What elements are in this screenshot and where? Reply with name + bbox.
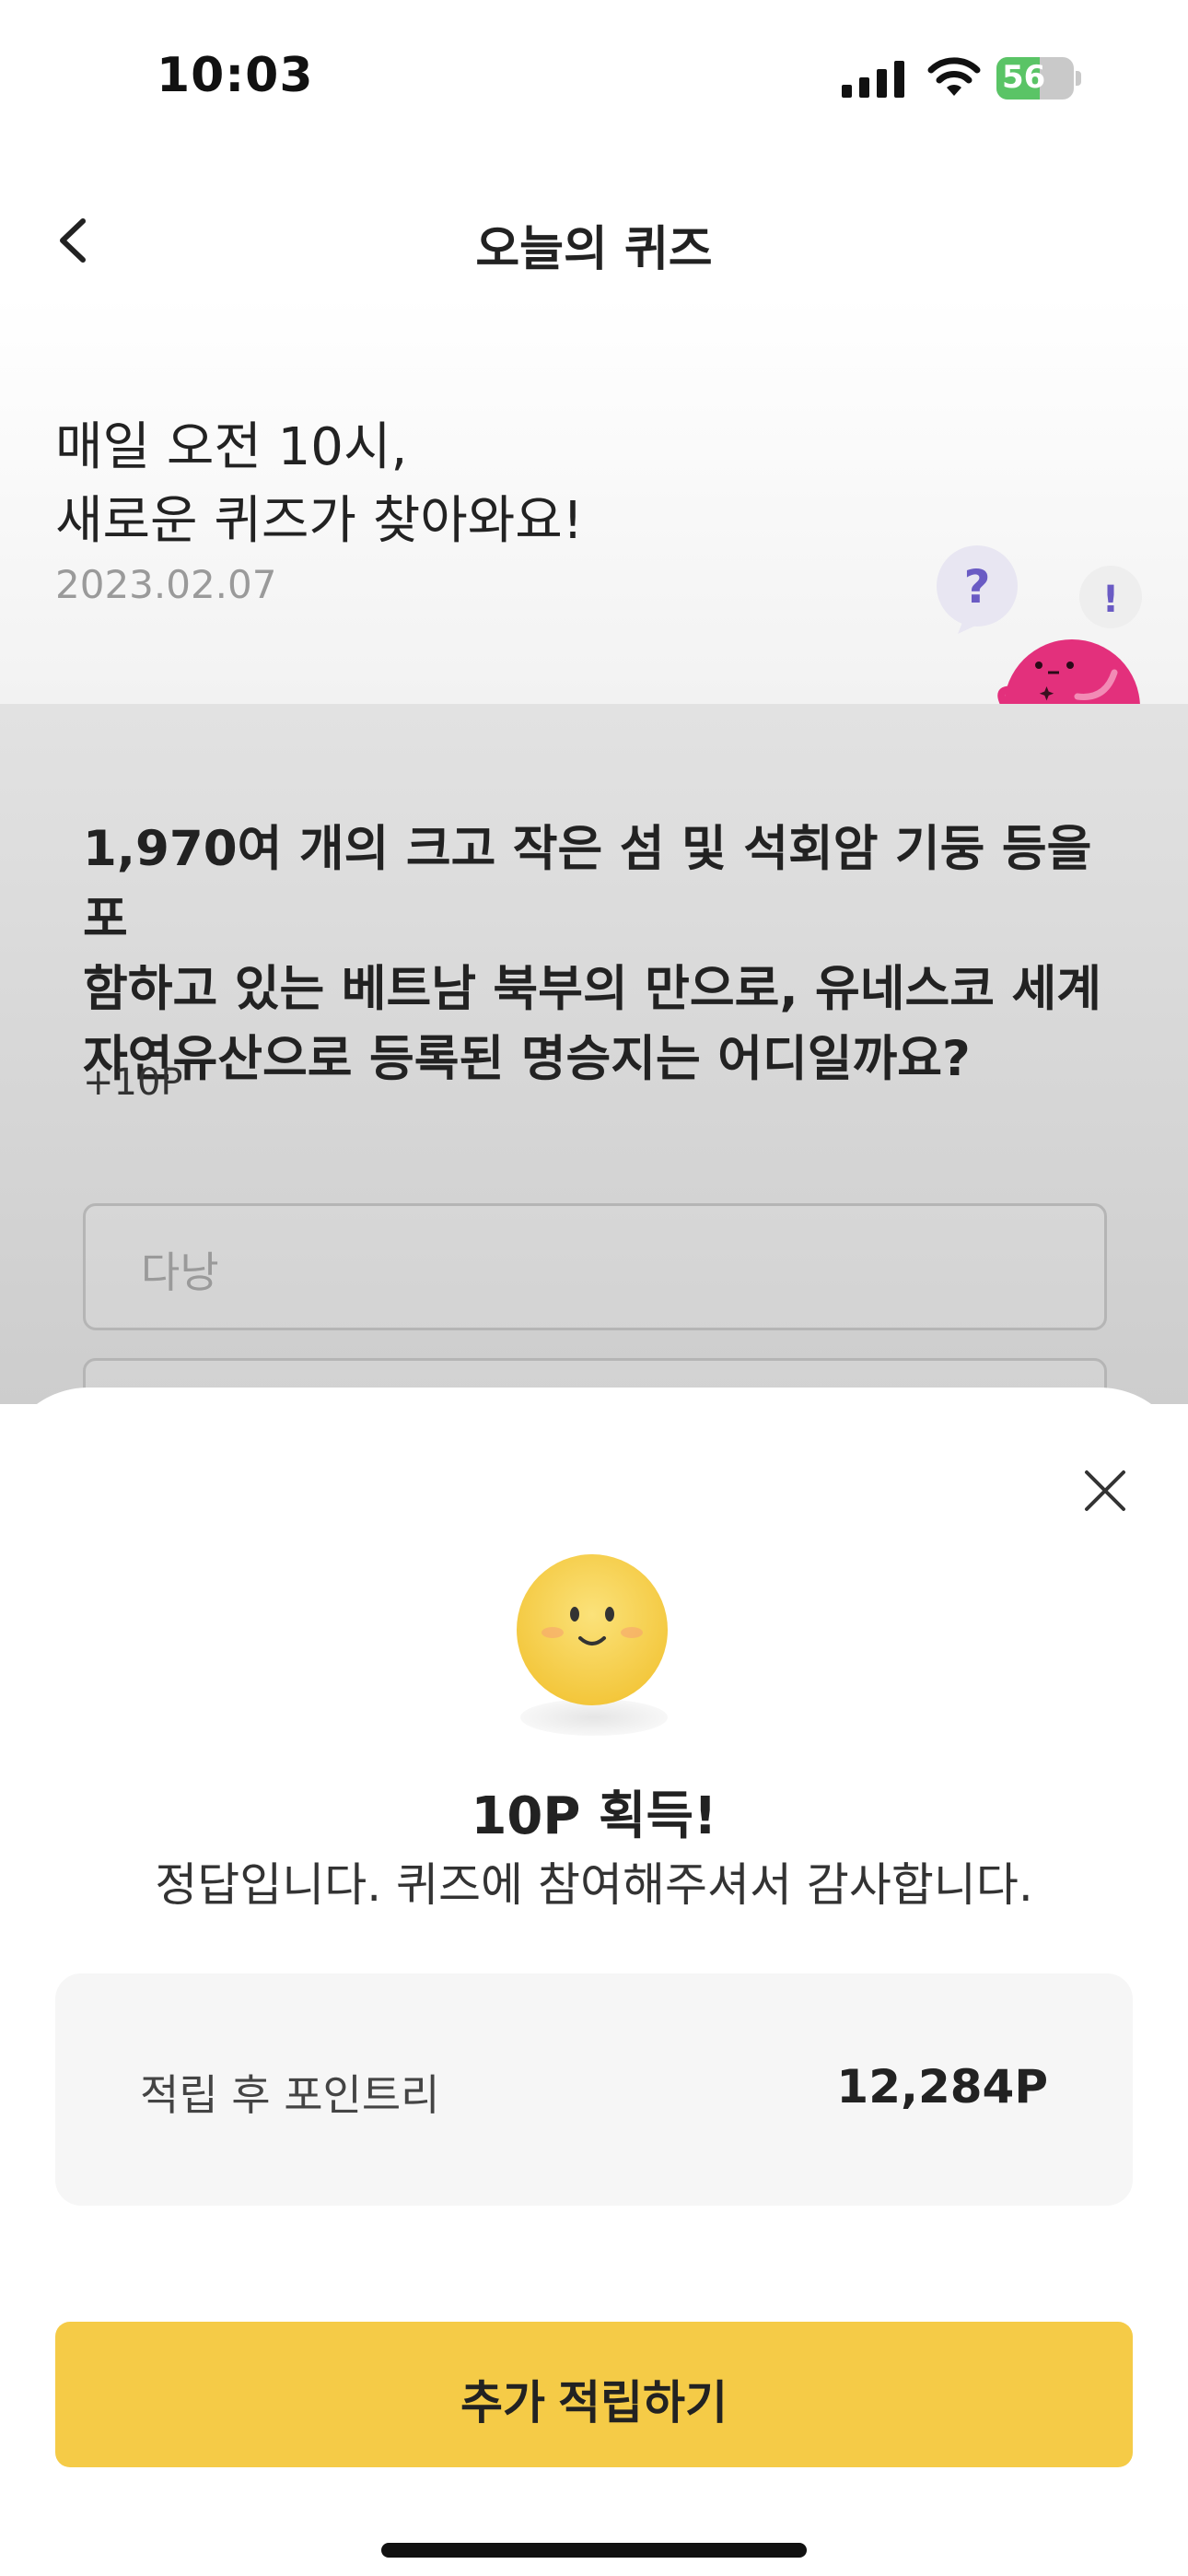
earn-more-label: 추가 적립하기 bbox=[460, 2377, 728, 2429]
question-line: 1,970여 개의 크고 작은 섬 및 석회암 기둥 등을 포 bbox=[83, 821, 1092, 947]
battery-level: 56 bbox=[1002, 59, 1046, 96]
question-line: 자연유산으로 등록된 명승지는 어디일까요? bbox=[83, 1031, 971, 1087]
quiz-question: 1,970여 개의 크고 작은 섬 및 석회암 기둥 등을 포 함하고 있는 베… bbox=[83, 814, 1114, 1095]
result-title: 10P 획득! bbox=[471, 1786, 717, 1846]
points-label: 적립 후 포인트리 bbox=[140, 2070, 440, 2120]
status-time: 10:03 bbox=[157, 48, 314, 103]
quiz-reward: +10P bbox=[83, 1061, 183, 1104]
question-mark: ? bbox=[963, 560, 990, 614]
mascot-illustration: ? ! bbox=[937, 545, 1142, 704]
cellular-signal-icon bbox=[842, 61, 904, 98]
quiz-date: 2023.02.07 bbox=[55, 562, 277, 607]
battery-icon: 56 bbox=[996, 57, 1083, 101]
intro-line-2: 새로운 퀴즈가 찾아와요! bbox=[55, 491, 584, 551]
points-summary: 적립 후 포인트리 12,284P bbox=[55, 1973, 1133, 2206]
answer-option[interactable]: 다낭 bbox=[83, 1203, 1107, 1330]
earn-more-button[interactable]: 추가 적립하기 bbox=[55, 2322, 1133, 2467]
status-bar: 10:03 56 bbox=[0, 0, 1188, 157]
result-bottom-sheet: 10P 획득! 정답입니다. 퀴즈에 참여해주셔서 감사합니다. 적립 후 포인… bbox=[0, 1388, 1188, 2576]
home-indicator bbox=[381, 2543, 807, 2558]
wifi-icon bbox=[927, 57, 981, 96]
intro-line-1: 매일 오전 10시, bbox=[55, 417, 408, 477]
exclamation-mark: ! bbox=[1102, 579, 1119, 621]
close-button[interactable] bbox=[1077, 1463, 1133, 1518]
answer-option-label: 다낭 bbox=[141, 1247, 219, 1297]
smiley-face-icon bbox=[517, 1554, 668, 1705]
question-line: 함하고 있는 베트남 북부의 만으로, 유네스코 세계 bbox=[83, 961, 1102, 1017]
close-icon bbox=[1085, 1470, 1125, 1511]
app-header: 오늘의 퀴즈 bbox=[0, 184, 1188, 295]
quiz-question-area: 1,970여 개의 크고 작은 섬 및 석회암 기둥 등을 포 함하고 있는 베… bbox=[0, 704, 1188, 1485]
quiz-intro: 매일 오전 10시, 새로운 퀴즈가 찾아와요! 2023.02.07 ? ! bbox=[0, 295, 1188, 704]
result-message: 정답입니다. 퀴즈에 참여해주셔서 감사합니다. bbox=[155, 1858, 1033, 1912]
points-value: 12,284P bbox=[836, 2060, 1048, 2113]
page-title: 오늘의 퀴즈 bbox=[475, 222, 713, 277]
